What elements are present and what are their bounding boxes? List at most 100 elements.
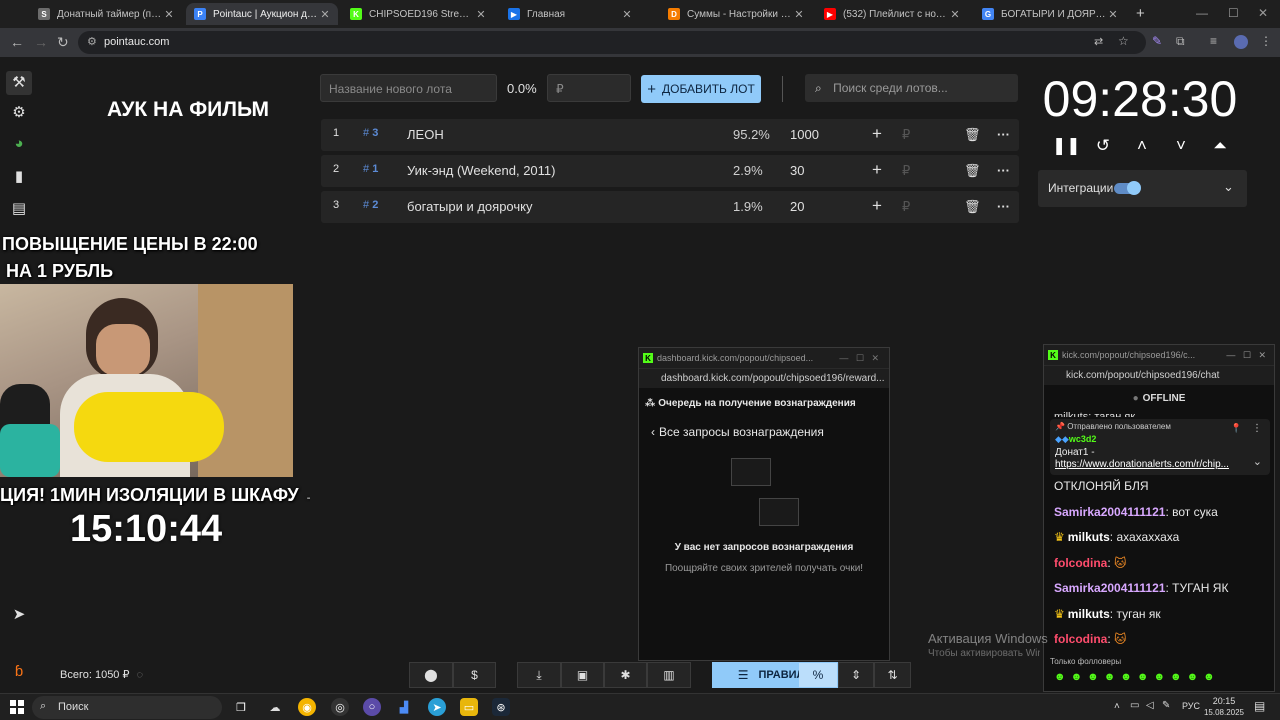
obs-icon[interactable]: ◎ — [331, 698, 349, 716]
chat-username[interactable]: folcodina — [1054, 556, 1107, 570]
telegram-taskbar-icon[interactable]: ➤ — [428, 698, 446, 716]
language-icon[interactable]: ✎ — [1162, 700, 1170, 711]
github-button[interactable]: ⬤ — [409, 662, 453, 688]
site-info-icon[interactable]: ⚙ — [87, 35, 97, 48]
chat-username[interactable]: Samirka2004111121 — [1054, 505, 1165, 519]
compact-view-button[interactable]: ⇕ — [838, 662, 874, 688]
tray-overflow-icon[interactable]: ˄ — [1114, 701, 1120, 712]
chat-username[interactable]: folcodina — [1054, 632, 1107, 646]
window-controls-icon[interactable]: — ☐ ✕ — [1226, 350, 1266, 361]
percent-mode-icon[interactable]: % — [799, 663, 837, 687]
network-icon[interactable]: ▭ — [1130, 700, 1139, 711]
close-tab-icon[interactable]: ✕ — [318, 8, 332, 21]
close-tab-icon[interactable]: ✕ — [474, 8, 488, 21]
lot-currency-input[interactable]: ₽ — [902, 199, 910, 215]
lot-currency-input[interactable]: ₽ — [902, 127, 910, 143]
settings-icon[interactable]: ⚙ — [10, 103, 28, 121]
browser-tab[interactable]: K CHIPSOED196 Stream - Watch✕ — [342, 3, 494, 25]
close-window-icon[interactable]: ✕ — [1258, 6, 1268, 20]
new-tab-icon[interactable]: + — [1136, 5, 1145, 22]
close-tab-icon[interactable]: ✕ — [792, 8, 806, 21]
task-view-icon[interactable]: ❐ — [232, 698, 250, 716]
all-reward-requests-link[interactable]: ‹ Все запросы вознаграждения — [651, 425, 824, 439]
lot-name[interactable]: богатыри и доярочку — [407, 199, 533, 214]
wheel-icon[interactable]: ◕ — [10, 135, 28, 152]
volume-icon[interactable]: ◁ — [1146, 700, 1154, 711]
boosty-icon[interactable]: ɓ — [10, 663, 28, 680]
close-tab-icon[interactable]: ✕ — [1106, 8, 1120, 21]
browser-tab[interactable]: D Суммы - Настройки донатов✕ — [660, 3, 812, 25]
extensions-puzzle-icon[interactable]: ⧉ — [1176, 34, 1185, 49]
close-tab-icon[interactable]: ✕ — [162, 8, 176, 21]
subtract-time-icon[interactable]: ˅ — [1169, 136, 1193, 156]
profile-avatar[interactable] — [1234, 35, 1248, 49]
download-button[interactable]: ⤓ — [517, 662, 561, 688]
close-tab-icon[interactable]: ✕ — [948, 8, 962, 21]
chart-app-icon[interactable]: ▟ — [395, 698, 413, 716]
explorer-cloud-icon[interactable]: ☁ — [266, 698, 284, 716]
forward-icon[interactable]: → — [34, 34, 48, 50]
delete-lot-icon[interactable]: 🗑 — [964, 163, 981, 179]
browser-tab[interactable]: ▶ Главная ✕ — [500, 3, 640, 25]
telegram-icon[interactable]: ➤ — [10, 605, 28, 623]
url-field[interactable]: ⚙ pointauc.com ⇄ ☆ — [78, 31, 1146, 54]
new-lot-input[interactable]: Название нового лота — [320, 74, 497, 102]
add-amount-icon[interactable]: + — [872, 124, 882, 144]
add-time-icon[interactable]: ˄ — [1130, 136, 1154, 156]
extension-icon[interactable]: ✎ — [1152, 34, 1162, 48]
lot-name[interactable]: Уик-энд (Weekend, 2011) — [407, 163, 555, 178]
delete-lot-icon[interactable]: 🗑 — [964, 127, 981, 143]
integrations-panel[interactable]: Интеграции ⌄ — [1038, 170, 1247, 207]
lot-more-icon[interactable]: ··· — [997, 199, 1010, 214]
double-add-time-icon[interactable]: ⏶ — [1208, 136, 1232, 156]
pause-icon[interactable]: ❚❚ — [1052, 136, 1081, 156]
sort-button[interactable]: ⇅ — [874, 662, 911, 688]
file-explorer-icon[interactable]: ▭ — [460, 698, 478, 716]
browser-tab[interactable]: ▶ (532) Плейлист с ночной атм✕ — [816, 3, 968, 25]
delete-lot-icon[interactable]: 🗑 — [964, 199, 981, 215]
lot-row[interactable]: 1 # 3 ЛЕОН 95.2% 1000 + ₽ 🗑 ··· — [321, 119, 1019, 151]
save-button[interactable]: ▣ — [561, 662, 604, 688]
pinned-link[interactable]: https://www.donationalerts.com/r/chip... — [1055, 459, 1243, 470]
add-lot-button[interactable]: + ДОБАВИТЬ ЛОТ — [641, 75, 761, 103]
donate-button[interactable]: $ — [453, 662, 496, 688]
pinned-more-icon[interactable]: ⋮ — [1252, 423, 1262, 434]
lot-amount[interactable]: 20 — [790, 199, 804, 214]
chat-username[interactable]: Samirka2004111121 — [1054, 581, 1165, 595]
lot-currency-input[interactable]: ₽ — [902, 163, 910, 179]
gavel-icon[interactable]: ⚒ — [6, 71, 32, 95]
input-language[interactable]: РУС — [1182, 701, 1200, 711]
lot-amount[interactable]: 30 — [790, 163, 804, 178]
browser-tab[interactable]: G БОГАТЫРИ И ДОЯРОЧКА - П✕ — [974, 3, 1126, 25]
taskbar-search[interactable]: ⌕ Поиск — [32, 696, 222, 719]
maximize-window-icon[interactable]: ☐ — [1228, 6, 1239, 20]
notifications-icon[interactable]: ▤ — [1254, 699, 1265, 713]
close-tab-icon[interactable]: ✕ — [620, 8, 634, 21]
clock-time[interactable]: 20:15 — [1204, 696, 1244, 706]
chrome-icon[interactable]: ◉ — [298, 698, 316, 716]
lot-search-input[interactable]: ⌕ Поиск среди лотов... — [805, 74, 1018, 102]
rules-button[interactable]: ☰ ПРАВИЛА % — [712, 662, 838, 688]
reload-icon[interactable]: ↻ — [57, 34, 69, 51]
lot-amount[interactable]: 1000 — [790, 127, 819, 142]
lot-more-icon[interactable]: ··· — [997, 127, 1010, 142]
window-controls-icon[interactable]: — ☐ ✕ — [839, 353, 879, 364]
chevron-down-icon[interactable]: ⌄ — [1223, 179, 1234, 195]
new-lot-amount-input[interactable]: ₽ — [547, 74, 631, 102]
windows-start-icon[interactable] — [10, 700, 24, 714]
clear-lots-button[interactable]: ▥ — [647, 662, 691, 688]
add-amount-icon[interactable]: + — [872, 160, 882, 180]
browser-tab[interactable]: S Донатный таймер (по центру✕ — [30, 3, 182, 25]
browser-tab[interactable]: P Pointauc | Аукцион для стрим✕ — [186, 3, 338, 25]
back-icon[interactable]: ← — [10, 34, 24, 50]
lot-more-icon[interactable]: ··· — [997, 163, 1010, 178]
minimize-window-icon[interactable]: — — [1196, 6, 1208, 20]
lot-row[interactable]: 2 # 1 Уик-энд (Weekend, 2011) 2.9% 30 + ₽ 🗑 ··· — [321, 155, 1019, 187]
statistics-icon[interactable]: ▮ — [10, 167, 28, 185]
steam-icon[interactable]: ⊛ — [492, 698, 510, 716]
translate-icon[interactable]: ⇄ — [1094, 35, 1103, 48]
collapse-pinned-icon[interactable]: ⌄ — [1253, 455, 1262, 468]
emote-bar[interactable]: ☻☻☻☻☻☻☻☻☻☻ — [1054, 671, 1220, 683]
add-amount-icon[interactable]: + — [872, 196, 882, 216]
reset-timer-icon[interactable]: ↺ — [1091, 136, 1115, 156]
